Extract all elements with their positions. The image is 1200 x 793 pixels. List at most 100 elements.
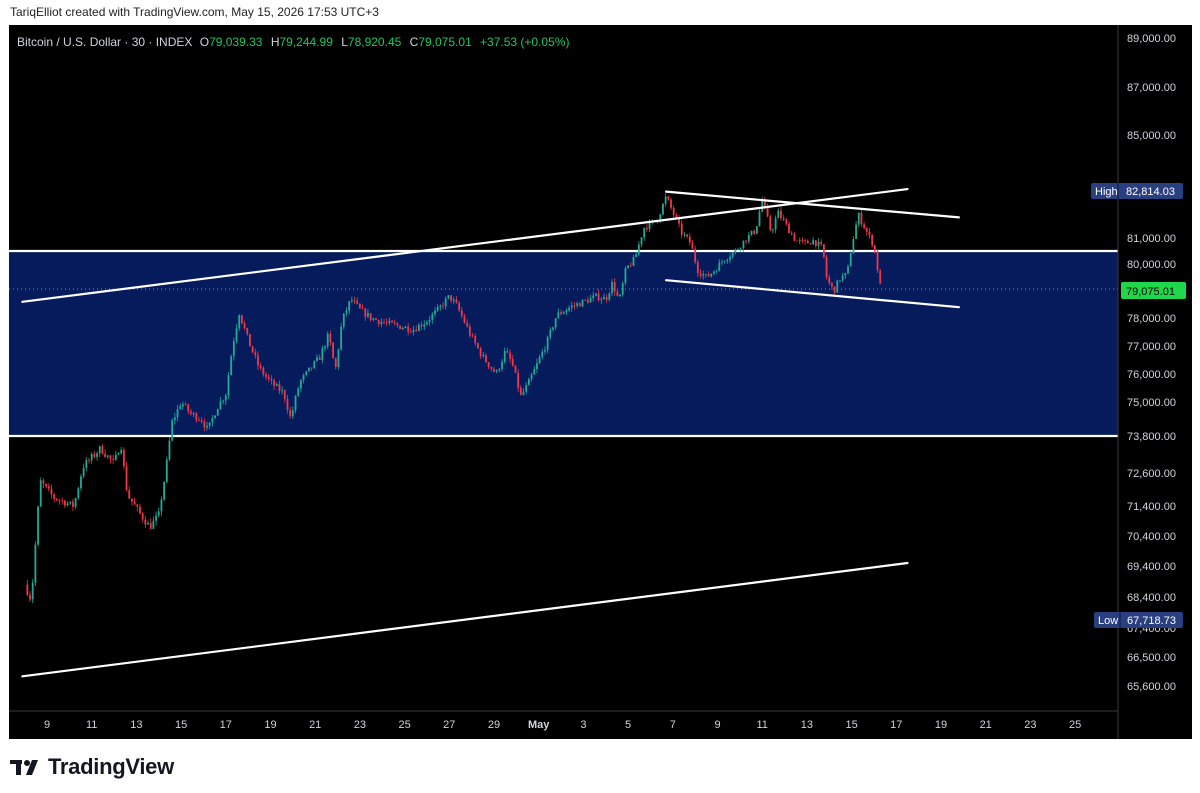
candle bbox=[31, 579, 34, 604]
candle bbox=[93, 451, 96, 459]
price-chart[interactable]: 89,000.00 87,000.00 85,000.00 81,000.00 80,0… bbox=[0, 0, 1200, 793]
price-tick-label: 85,000.00 bbox=[1127, 130, 1176, 142]
candle bbox=[785, 218, 788, 226]
low-value: 78,920.45 bbox=[348, 35, 402, 49]
candle bbox=[125, 461, 128, 492]
candle bbox=[643, 227, 646, 241]
candle bbox=[131, 498, 133, 506]
candle bbox=[801, 237, 804, 244]
candle bbox=[61, 497, 64, 505]
candle bbox=[39, 477, 42, 507]
time-tick-label: 25 bbox=[1069, 719, 1081, 731]
price-tick-label: 77,000.00 bbox=[1127, 341, 1176, 353]
candle bbox=[814, 240, 817, 249]
tradingview-logo-icon bbox=[10, 760, 38, 775]
price-tick-label: 65,600.00 bbox=[1127, 681, 1176, 693]
symbol-label: Bitcoin / U.S. Dollar · 30 · INDEX bbox=[17, 35, 192, 49]
candle bbox=[672, 205, 675, 219]
candle bbox=[670, 197, 672, 211]
last-price-value: 79,075.01 bbox=[1126, 286, 1175, 298]
candle bbox=[45, 483, 48, 489]
price-tick-label: 89,000.00 bbox=[1127, 33, 1176, 45]
candle bbox=[750, 230, 753, 236]
candle bbox=[104, 448, 107, 458]
candle bbox=[678, 215, 680, 228]
candle bbox=[240, 314, 243, 325]
candle bbox=[165, 456, 168, 484]
candle bbox=[80, 474, 82, 491]
high-badge: High 82,814.03 bbox=[1091, 183, 1183, 199]
candle bbox=[168, 436, 171, 462]
candle bbox=[337, 348, 340, 370]
candle bbox=[686, 233, 689, 239]
price-tick-label: 70,400.00 bbox=[1127, 531, 1176, 543]
candle bbox=[667, 195, 670, 201]
candle bbox=[85, 457, 88, 472]
price-tick-label: 80,000.00 bbox=[1127, 259, 1176, 271]
candle bbox=[90, 452, 93, 464]
candle bbox=[101, 444, 104, 455]
candle bbox=[26, 580, 29, 597]
candle bbox=[680, 219, 683, 239]
high-badge-value: 82,814.03 bbox=[1126, 186, 1175, 198]
high-badge-label: High bbox=[1095, 186, 1118, 198]
candle bbox=[745, 240, 748, 245]
candle bbox=[117, 452, 120, 456]
time-tick-label: 19 bbox=[264, 719, 276, 731]
candle bbox=[42, 478, 45, 488]
candle bbox=[624, 266, 627, 286]
candle bbox=[688, 233, 691, 246]
candle bbox=[772, 228, 774, 234]
candle bbox=[63, 499, 66, 509]
candle bbox=[152, 516, 155, 530]
price-tick-label: 81,000.00 bbox=[1127, 233, 1176, 245]
time-tick-label: 11 bbox=[756, 719, 767, 731]
candle bbox=[74, 497, 77, 509]
low-badge: Low 67,718.73 bbox=[1094, 612, 1183, 628]
tradingview-logo[interactable]: TradingView bbox=[10, 754, 174, 780]
candle bbox=[149, 518, 152, 530]
candle bbox=[37, 505, 39, 547]
candle bbox=[88, 457, 90, 464]
candle bbox=[788, 221, 790, 234]
candle bbox=[55, 498, 58, 502]
candle bbox=[860, 209, 863, 227]
low-badge-value: 67,718.73 bbox=[1127, 615, 1176, 627]
last-price-badge: 79,075.01 bbox=[1121, 282, 1186, 299]
high-label: H bbox=[271, 35, 280, 49]
candle bbox=[777, 208, 780, 219]
price-tick-label: 73,800.00 bbox=[1127, 431, 1176, 443]
ohlc-legend: Bitcoin / U.S. Dollar · 30 · INDEX O79,0… bbox=[17, 35, 569, 49]
trendline-lower-rising[interactable] bbox=[21, 561, 909, 678]
time-tick-label: 9 bbox=[44, 719, 50, 731]
candle bbox=[109, 454, 112, 464]
candle bbox=[359, 303, 361, 309]
candle bbox=[809, 242, 812, 245]
candle bbox=[836, 279, 839, 293]
candle bbox=[326, 331, 329, 350]
candle bbox=[308, 367, 310, 372]
time-tick-label: 15 bbox=[175, 719, 187, 731]
candle bbox=[313, 360, 316, 369]
demand-zone[interactable] bbox=[9, 251, 1118, 436]
candle bbox=[621, 281, 624, 297]
candle bbox=[817, 238, 820, 250]
close-label: C bbox=[410, 35, 419, 49]
candle bbox=[780, 206, 782, 221]
candle bbox=[640, 237, 643, 248]
candle bbox=[160, 496, 163, 516]
candle bbox=[820, 238, 823, 247]
candle bbox=[144, 515, 147, 528]
candle bbox=[793, 231, 796, 242]
candle bbox=[163, 480, 166, 502]
candle bbox=[755, 225, 758, 235]
candle bbox=[855, 220, 857, 239]
candle bbox=[747, 232, 750, 244]
time-tick-label: 11 bbox=[86, 719, 97, 731]
candle bbox=[50, 484, 53, 499]
candle bbox=[812, 237, 815, 246]
candle bbox=[106, 454, 109, 460]
candle bbox=[66, 501, 69, 507]
candle bbox=[53, 492, 56, 503]
low-badge-label: Low bbox=[1098, 615, 1118, 627]
